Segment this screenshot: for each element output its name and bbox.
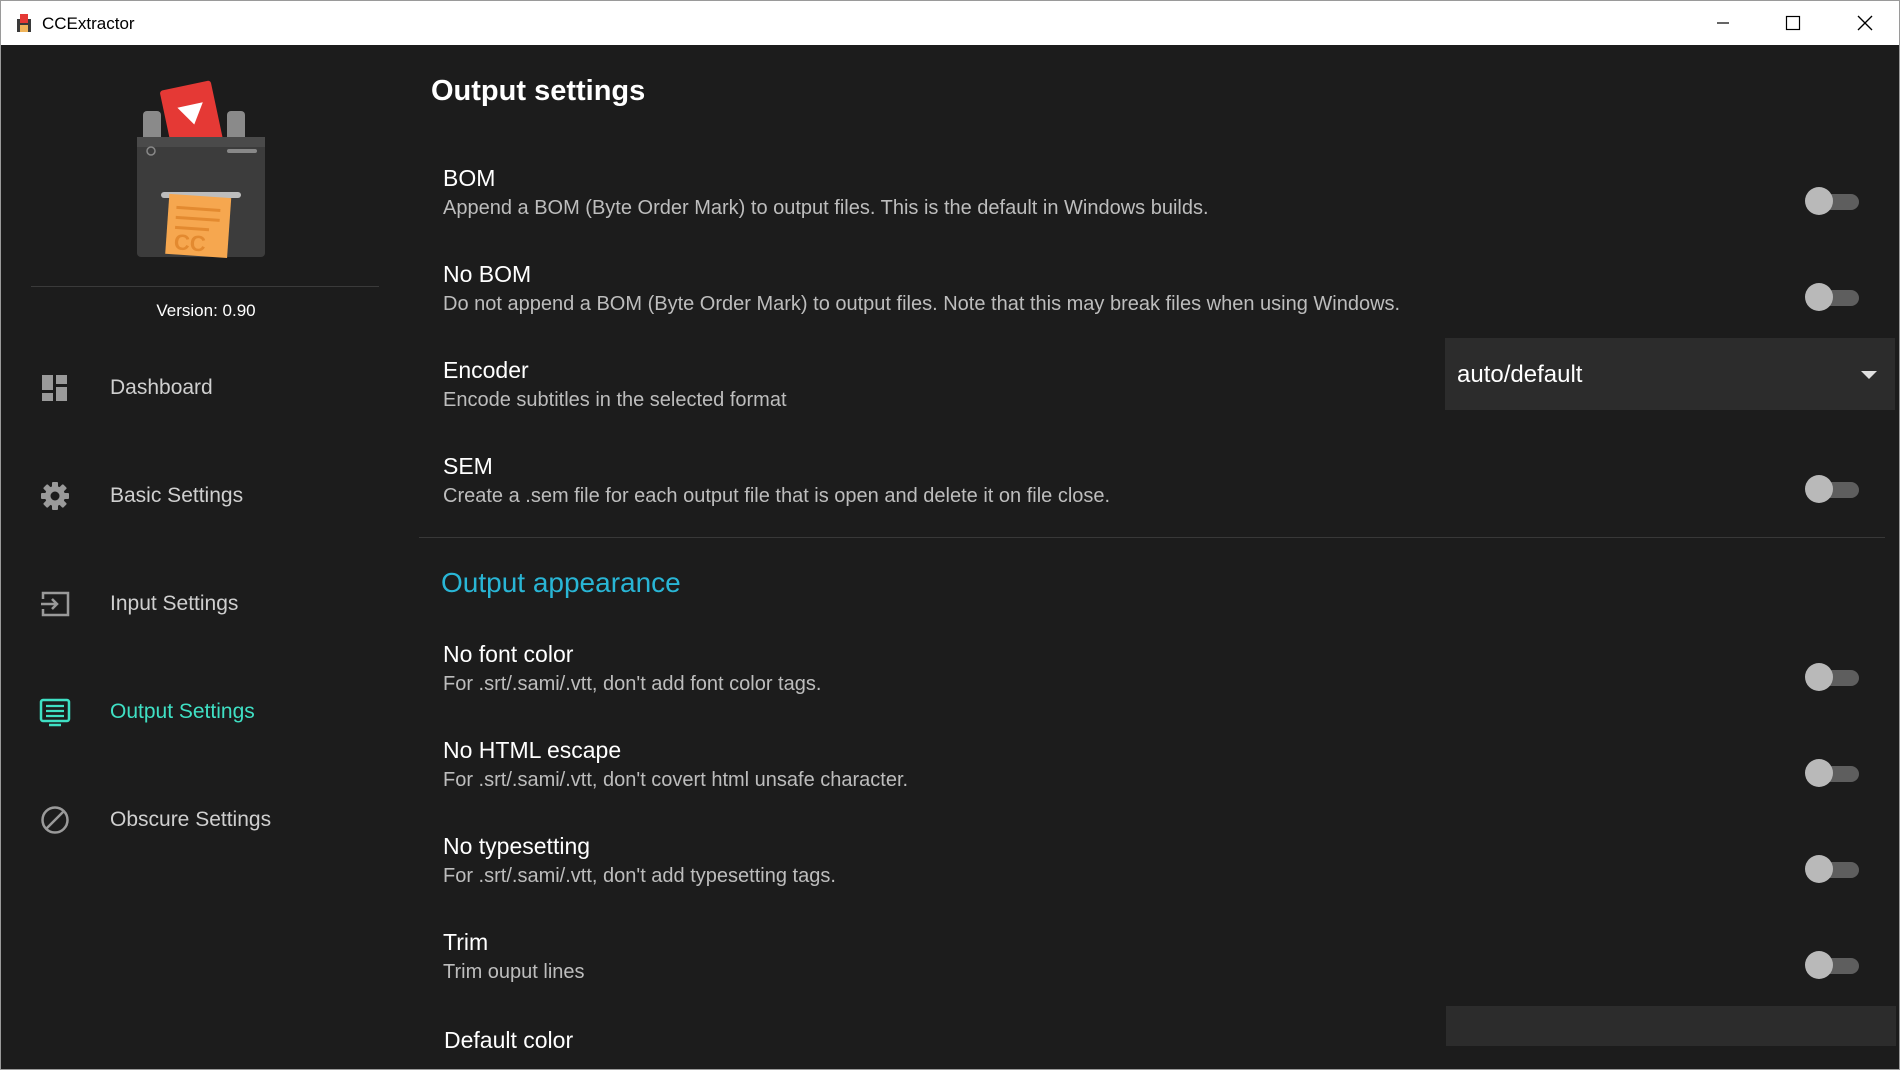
setting-row-default-color: Default color bbox=[444, 1006, 1896, 1069]
sidebar-item-output-settings[interactable]: Output Settings bbox=[1, 681, 411, 741]
setting-row-trim: Trim Trim ouput lines bbox=[443, 929, 1863, 1009]
setting-description: Append a BOM (Byte Order Mark) to output… bbox=[443, 197, 1209, 219]
sem-toggle[interactable] bbox=[1805, 475, 1863, 503]
main-content[interactable]: Output settings BOM Append a BOM (Byte O… bbox=[411, 45, 1899, 1069]
sidebar-item-obscure-settings[interactable]: Obscure Settings bbox=[1, 789, 411, 849]
minimize-icon[interactable] bbox=[1689, 1, 1757, 45]
setting-title: No font color bbox=[443, 641, 574, 667]
setting-title: No BOM bbox=[443, 261, 532, 287]
chevron-down-icon bbox=[1861, 371, 1877, 379]
no-bom-toggle[interactable] bbox=[1805, 283, 1863, 311]
sidebar-divider bbox=[31, 286, 379, 287]
setting-row-encoder: Encoder Encode subtitles in the selected… bbox=[443, 338, 1895, 437]
dashboard-icon bbox=[39, 372, 71, 404]
setting-row-no-typesetting: No typesetting For .srt/.sami/.vtt, don'… bbox=[443, 833, 1863, 913]
setting-description: For .srt/.sami/.vtt, don't add typesetti… bbox=[443, 865, 836, 887]
section-divider bbox=[419, 537, 1885, 538]
svg-text:CC: CC bbox=[173, 229, 207, 256]
sidebar-item-dashboard[interactable]: Dashboard bbox=[1, 357, 411, 417]
setting-description: Create a .sem file for each output file … bbox=[443, 485, 1111, 507]
sidebar-item-label: Basic Settings bbox=[110, 484, 244, 507]
app-icon bbox=[15, 13, 33, 33]
section-heading: Output appearance bbox=[441, 567, 681, 598]
no-typesetting-toggle[interactable] bbox=[1805, 855, 1863, 883]
bom-toggle[interactable] bbox=[1805, 187, 1863, 215]
block-icon bbox=[39, 804, 71, 836]
encoder-select[interactable]: auto/default bbox=[1445, 338, 1895, 410]
setting-title: Default color bbox=[444, 1027, 574, 1053]
title-bar[interactable]: CCExtractor bbox=[1, 1, 1899, 45]
setting-title: BOM bbox=[443, 165, 496, 191]
sidebar-item-basic-settings[interactable]: Basic Settings bbox=[1, 465, 411, 525]
sidebar-item-label: Output Settings bbox=[110, 700, 255, 723]
setting-row-sem: SEM Create a .sem file for each output f… bbox=[443, 453, 1863, 533]
sidebar-item-input-settings[interactable]: Input Settings bbox=[1, 573, 411, 633]
setting-description: For .srt/.sami/.vtt, don't add font colo… bbox=[443, 673, 822, 695]
gear-icon bbox=[39, 480, 71, 512]
sidebar: CC Version: 0.90 Dashboard Basic Setting… bbox=[1, 45, 411, 1069]
input-icon bbox=[39, 588, 71, 620]
setting-description: For .srt/.sami/.vtt, don't covert html u… bbox=[443, 769, 909, 791]
setting-title: No typesetting bbox=[443, 833, 591, 859]
page-title: Output settings bbox=[431, 75, 646, 107]
setting-row-no-html-escape: No HTML escape For .srt/.sami/.vtt, don'… bbox=[443, 737, 1863, 817]
setting-row-no-font-color: No font color For .srt/.sami/.vtt, don't… bbox=[443, 641, 1863, 721]
app-window: CCExtractor CC Version: 0.90 Dashboard B… bbox=[0, 0, 1900, 1070]
trim-toggle[interactable] bbox=[1805, 951, 1863, 979]
close-icon[interactable] bbox=[1831, 1, 1899, 45]
output-icon bbox=[39, 696, 71, 728]
setting-title: No HTML escape bbox=[443, 737, 622, 763]
version-label: Version: 0.90 bbox=[156, 301, 256, 320]
maximize-icon[interactable] bbox=[1759, 1, 1827, 45]
setting-row-no-bom: No BOM Do not append a BOM (Byte Order M… bbox=[443, 261, 1863, 341]
window-title: CCExtractor bbox=[42, 14, 135, 33]
no-html-escape-toggle[interactable] bbox=[1805, 759, 1863, 787]
no-font-color-toggle[interactable] bbox=[1805, 663, 1863, 691]
setting-description: Do not append a BOM (Byte Order Mark) to… bbox=[443, 293, 1401, 315]
sidebar-item-label: Input Settings bbox=[110, 592, 239, 615]
setting-row-bom: BOM Append a BOM (Byte Order Mark) to ou… bbox=[443, 165, 1863, 245]
sidebar-item-label: Dashboard bbox=[110, 376, 213, 399]
setting-title: Trim bbox=[443, 929, 489, 955]
app-logo: CC bbox=[129, 79, 279, 264]
setting-description: Trim ouput lines bbox=[443, 961, 585, 983]
sidebar-item-label: Obscure Settings bbox=[110, 808, 272, 831]
setting-description: Encode subtitles in the selected format bbox=[443, 389, 787, 411]
setting-title: SEM bbox=[443, 453, 493, 479]
default-color-input[interactable] bbox=[1446, 1006, 1896, 1046]
encoder-selected-value: auto/default bbox=[1457, 361, 1583, 388]
setting-title: Encoder bbox=[443, 357, 529, 383]
